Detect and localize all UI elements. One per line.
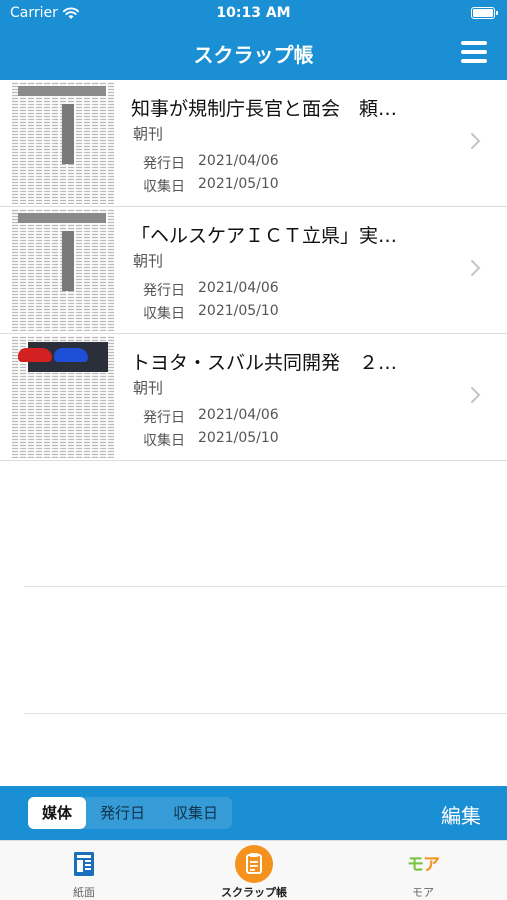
newspaper-icon: [74, 852, 94, 876]
tab-more[interactable]: モ ア モア: [363, 841, 483, 900]
collected-date: 2021/05/10: [198, 176, 279, 192]
tab-scrapbook[interactable]: スクラップ帳: [194, 841, 314, 900]
collected-label: 収集日: [143, 433, 185, 449]
article-thumbnail: [12, 336, 114, 458]
sort-bar: 媒体 発行日 収集日 編集: [0, 786, 507, 840]
article-media: 朝刊: [133, 379, 164, 397]
issued-label: 発行日: [143, 283, 185, 299]
issued-label: 発行日: [143, 156, 185, 172]
tab-newspaper[interactable]: 紙面: [24, 841, 144, 900]
chevron-right-icon: [471, 260, 481, 276]
page-title: スクラップ帳: [193, 43, 314, 67]
issued-date: 2021/04/06: [198, 280, 279, 296]
chevron-right-icon: [471, 133, 481, 149]
collected-label: 収集日: [143, 306, 185, 322]
more-logo-icon: モ ア: [407, 855, 440, 875]
status-bar: Carrier 10:13 AM: [0, 0, 507, 26]
list-item[interactable]: 知事が規制庁長官と面会 頼… 朝刊 発行日 2021/04/06 収集日 202…: [0, 80, 507, 207]
article-media: 朝刊: [133, 125, 164, 143]
tab-label: モア: [412, 886, 434, 899]
svg-text:ア: ア: [423, 855, 440, 875]
sort-by-media-button[interactable]: 媒体: [28, 797, 87, 829]
divider: [24, 713, 507, 714]
clock: 10:13 AM: [216, 5, 291, 21]
article-media: 朝刊: [133, 252, 164, 270]
scrap-list: 知事が規制庁長官と面会 頼… 朝刊 発行日 2021/04/06 収集日 202…: [0, 80, 507, 461]
issued-date: 2021/04/06: [198, 153, 279, 169]
chevron-right-icon: [471, 387, 481, 403]
clipboard-icon: [235, 845, 273, 883]
list-item[interactable]: 「ヘルスケアＩＣＴ立県」実… 朝刊 発行日 2021/04/06 収集日 202…: [0, 207, 507, 334]
issued-label: 発行日: [143, 410, 185, 426]
collected-label: 収集日: [143, 179, 185, 195]
article-headline: トヨタ・スバル共同開発 ２…: [131, 352, 398, 374]
tab-label: スクラップ帳: [221, 886, 287, 899]
hamburger-menu-icon[interactable]: [461, 40, 487, 64]
article-headline: 「ヘルスケアＩＣＴ立県」実…: [131, 225, 398, 247]
sort-by-issued-button[interactable]: 発行日: [86, 797, 159, 829]
issued-date: 2021/04/06: [198, 407, 279, 423]
sort-by-collected-button[interactable]: 収集日: [159, 797, 232, 829]
collected-date: 2021/05/10: [198, 430, 279, 446]
list-item[interactable]: トヨタ・スバル共同開発 ２… 朝刊 発行日 2021/04/06 収集日 202…: [0, 334, 507, 461]
divider: [24, 586, 507, 587]
edit-button[interactable]: 編集: [441, 800, 481, 829]
battery-icon: [471, 7, 498, 19]
article-headline: 知事が規制庁長官と面会 頼…: [131, 98, 398, 120]
tab-label: 紙面: [73, 886, 95, 899]
svg-text:モ: モ: [407, 855, 424, 875]
article-thumbnail: [12, 209, 114, 331]
nav-bar: スクラップ帳: [0, 26, 507, 80]
article-thumbnail: [12, 82, 114, 204]
sort-segmented-control: 媒体 発行日 収集日: [28, 797, 233, 829]
tab-bar: 紙面 スクラップ帳 モ ア モア: [0, 840, 507, 900]
collected-date: 2021/05/10: [198, 303, 279, 319]
